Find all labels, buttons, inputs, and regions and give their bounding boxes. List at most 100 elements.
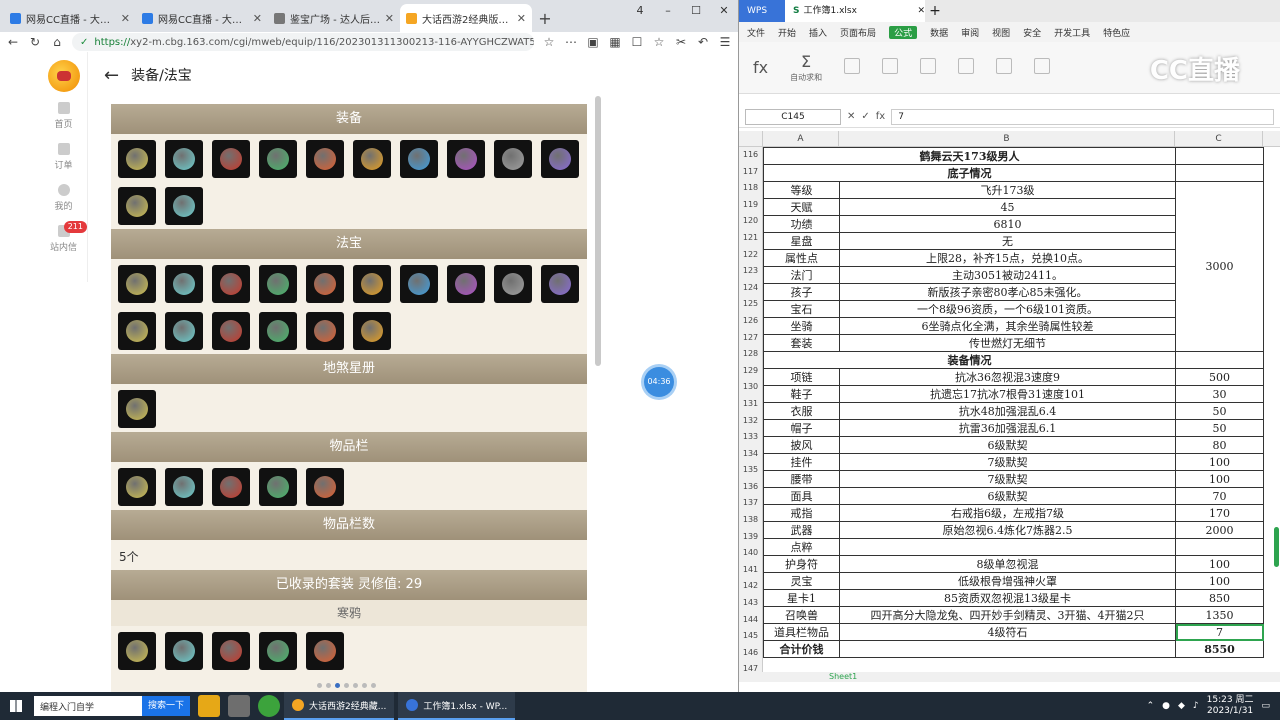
sidebar-item-mine[interactable]: 我的 (40, 184, 87, 212)
grid-icon[interactable]: ▦ (608, 35, 622, 49)
cell-c[interactable]: 100 (1175, 555, 1264, 573)
cell-c[interactable]: 100 (1175, 453, 1264, 471)
cell-a[interactable]: 腰带 (763, 470, 840, 488)
cell-b[interactable]: 原始忽视6.4炼化7炼器2.5 (839, 521, 1176, 539)
clock[interactable]: 15:23 周二 2023/1/31 (1207, 695, 1254, 717)
cell-c[interactable] (1175, 164, 1264, 182)
cell-c[interactable] (1175, 538, 1264, 556)
item-slot[interactable] (353, 265, 391, 303)
window-control-button[interactable]: 4 (626, 0, 654, 22)
row-header[interactable]: 142 (739, 578, 762, 595)
formula-input[interactable]: 7 (891, 108, 1274, 125)
cell-b[interactable]: 低级根骨增强神火罩 (839, 572, 1176, 590)
cancel-icon[interactable]: ✕ (847, 111, 855, 122)
item-slot[interactable] (259, 140, 297, 178)
cell-a[interactable]: 鞋子 (763, 385, 840, 403)
wps-menu-item[interactable]: 开始 (778, 26, 796, 39)
row-header[interactable]: 146 (739, 645, 762, 662)
cell-b[interactable]: 7级默契 (839, 470, 1176, 488)
row-header[interactable]: 135 (739, 462, 762, 479)
new-tab-button[interactable]: + (532, 4, 558, 32)
carousel-dots[interactable] (317, 683, 376, 688)
sheet-scroll-thumb[interactable] (1274, 527, 1279, 567)
row-header[interactable]: 124 (739, 280, 762, 297)
cell-b[interactable]: 一个8级96资质，一个6级101资质。 (839, 300, 1176, 318)
item-slot[interactable] (494, 265, 532, 303)
column-header-c[interactable]: C (1175, 131, 1263, 147)
item-slot[interactable] (165, 632, 203, 670)
row-header[interactable]: 136 (739, 479, 762, 496)
corner-cell[interactable] (739, 131, 763, 147)
carousel-dot[interactable] (317, 683, 322, 688)
start-button[interactable] (0, 692, 32, 720)
window-control-button[interactable]: ✕ (710, 0, 738, 22)
carousel-dot[interactable] (362, 683, 367, 688)
wps-menu-item[interactable]: 安全 (1023, 26, 1041, 39)
cell-a[interactable]: 帽子 (763, 419, 840, 437)
cell-a[interactable]: 戒指 (763, 504, 840, 522)
taskbar-task-wps[interactable]: 工作簿1.xlsx - WP... (398, 692, 516, 720)
item-slot[interactable] (306, 312, 344, 350)
cell-b[interactable]: 抗雷36加强混乱6.1 (839, 419, 1176, 437)
ribbon-tool[interactable] (958, 57, 975, 78)
back-arrow-icon[interactable]: ← (104, 65, 119, 86)
favorites-icon[interactable]: ☆ (652, 35, 666, 49)
cell-c[interactable]: 100 (1175, 470, 1264, 488)
item-slot[interactable] (306, 265, 344, 303)
cell-a[interactable]: 宝石 (763, 300, 840, 318)
confirm-icon[interactable]: ✓ (861, 111, 869, 122)
bookmark-star-icon[interactable]: ☆ (542, 35, 556, 49)
row-header[interactable]: 125 (739, 296, 762, 313)
app-icon[interactable] (258, 695, 281, 717)
item-slot[interactable] (212, 468, 250, 506)
cell-c[interactable]: 30 (1175, 385, 1264, 403)
cell-a[interactable]: 道具栏物品 (763, 623, 840, 641)
row-header[interactable]: 129 (739, 363, 762, 380)
row-header[interactable]: 140 (739, 545, 762, 562)
item-slot[interactable] (353, 140, 391, 178)
item-slot[interactable] (541, 265, 579, 303)
ribbon-tool[interactable] (996, 57, 1013, 78)
browser-tab[interactable]: 网易CC直播 - 大型游戏娱 ✕ (136, 4, 268, 32)
base-value-cell[interactable]: 3000 (1175, 181, 1264, 352)
wps-menu-item[interactable]: 数据 (930, 26, 948, 39)
file-explorer-icon[interactable] (198, 695, 221, 717)
cell-a[interactable]: 坐骑 (763, 317, 840, 335)
item-slot[interactable] (165, 312, 203, 350)
cell-b[interactable]: 7级默契 (839, 453, 1176, 471)
item-slot[interactable] (306, 632, 344, 670)
close-icon[interactable]: ✕ (253, 12, 262, 25)
item-slot[interactable] (447, 140, 485, 178)
item-slot[interactable] (118, 312, 156, 350)
carousel-dot[interactable] (344, 683, 349, 688)
cell-c[interactable]: 2000 (1175, 521, 1264, 539)
wps-menu-item[interactable]: 页面布局 (840, 26, 876, 39)
item-slot[interactable] (118, 140, 156, 178)
wps-menu-item[interactable]: 公式 (889, 25, 918, 39)
cell-a[interactable]: 项链 (763, 368, 840, 386)
item-slot[interactable] (306, 468, 344, 506)
wps-menu-item[interactable]: 开发工具 (1054, 26, 1090, 39)
browser-tab[interactable]: 鉴宝广场 - 达人后台系统 ✕ (268, 4, 400, 32)
sheet-title-cell[interactable]: 鹤舞云天173级男人 (763, 147, 1176, 165)
item-slot[interactable] (400, 140, 438, 178)
row-header[interactable]: 128 (739, 346, 762, 363)
item-slot[interactable] (447, 265, 485, 303)
cell-b[interactable]: 45 (839, 198, 1176, 216)
item-slot[interactable] (165, 265, 203, 303)
row-header[interactable]: 116 (739, 147, 762, 164)
cell-a[interactable]: 武器 (763, 521, 840, 539)
taskbar-search-input[interactable]: 编程入门自学 (34, 696, 142, 716)
ribbon-tool[interactable] (844, 57, 861, 78)
item-slot[interactable] (400, 265, 438, 303)
cell-b[interactable]: 抗遗忘17抗冰7根骨31速度101 (839, 385, 1176, 403)
row-header[interactable]: 117 (739, 164, 762, 181)
cell-c[interactable]: 50 (1175, 402, 1264, 420)
cell-a[interactable]: 衣服 (763, 402, 840, 420)
cell-b[interactable]: 主动3051被动2411。 (839, 266, 1176, 284)
row-header[interactable]: 119 (739, 197, 762, 214)
row-header[interactable]: 131 (739, 396, 762, 413)
close-icon[interactable]: ✕ (517, 12, 526, 25)
row-header[interactable]: 141 (739, 562, 762, 579)
row-header[interactable]: 122 (739, 247, 762, 264)
